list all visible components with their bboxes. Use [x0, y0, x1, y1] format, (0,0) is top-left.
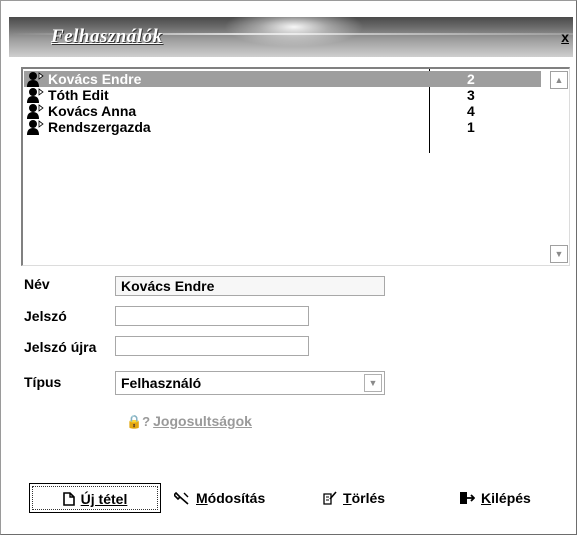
- user-name: Rendszergazda: [48, 119, 151, 135]
- dialog-title: Felhasználók: [51, 26, 163, 47]
- permissions-button[interactable]: 🔒? Jogosultságok: [126, 413, 252, 430]
- modify-label: Módosítás: [196, 490, 266, 506]
- close-button[interactable]: x: [561, 29, 569, 45]
- user-name: Tóth Edit: [48, 87, 109, 103]
- delete-button[interactable]: Törlés: [323, 483, 385, 513]
- type-select[interactable]: Felhasználó ▼: [115, 371, 385, 395]
- user-name: Kovács Anna: [48, 103, 137, 119]
- new-document-icon: [62, 484, 75, 514]
- title-bar-shine: [224, 17, 364, 47]
- permissions-label: Jogosultságok: [153, 413, 252, 429]
- user-icon: [27, 104, 44, 119]
- user-row[interactable]: Tóth Edit 3: [24, 87, 541, 103]
- user-row[interactable]: Rendszergazda 1: [24, 119, 541, 135]
- name-field[interactable]: Kovács Endre: [115, 276, 385, 296]
- user-row[interactable]: Kovács Endre 2: [24, 71, 541, 87]
- delete-label: Törlés: [343, 490, 386, 506]
- scroll-up-arrow-icon[interactable]: ▲: [550, 71, 568, 89]
- user-name: Kovács Endre: [48, 71, 142, 87]
- exit-button[interactable]: Kilépés: [459, 483, 531, 513]
- lock-question-icon: 🔒?: [126, 414, 151, 429]
- scroll-down-arrow-icon[interactable]: ▼: [550, 245, 568, 263]
- user-list[interactable]: Kovács Endre 2 Tóth Edit 3 Kovács Anna 4: [21, 67, 570, 266]
- password-field[interactable]: [115, 306, 309, 326]
- exit-label: Kilépés: [481, 490, 531, 506]
- dropdown-arrow-icon[interactable]: ▼: [364, 374, 382, 392]
- user-icon: [27, 120, 44, 135]
- users-dialog: Felhasználók x Kovács Endre 2 Tóth Edit …: [0, 0, 577, 535]
- user-icon: [27, 72, 44, 87]
- title-bar: Felhasználók x: [9, 17, 573, 57]
- user-icon: [27, 88, 44, 103]
- type-select-value: Felhasználó: [121, 375, 202, 391]
- list-scrollbar[interactable]: ▲ ▼: [549, 69, 569, 263]
- new-item-button[interactable]: Új tétel: [29, 483, 161, 513]
- user-number: 2: [467, 71, 475, 87]
- wrench-icon: [172, 483, 190, 513]
- user-number: 4: [467, 103, 475, 119]
- type-label: Típus: [24, 374, 62, 390]
- delete-document-icon: [323, 483, 337, 513]
- modify-button[interactable]: Módosítás: [172, 483, 266, 513]
- password-again-label: Jelszó újra: [24, 339, 97, 355]
- name-label: Név: [24, 276, 50, 292]
- password-label: Jelszó: [24, 308, 67, 324]
- user-number: 1: [467, 119, 475, 135]
- password-again-field[interactable]: [115, 336, 309, 356]
- new-item-label: Új tétel: [80, 491, 128, 507]
- exit-door-icon: [459, 483, 476, 513]
- user-number: 3: [467, 87, 475, 103]
- user-row[interactable]: Kovács Anna 4: [24, 103, 541, 119]
